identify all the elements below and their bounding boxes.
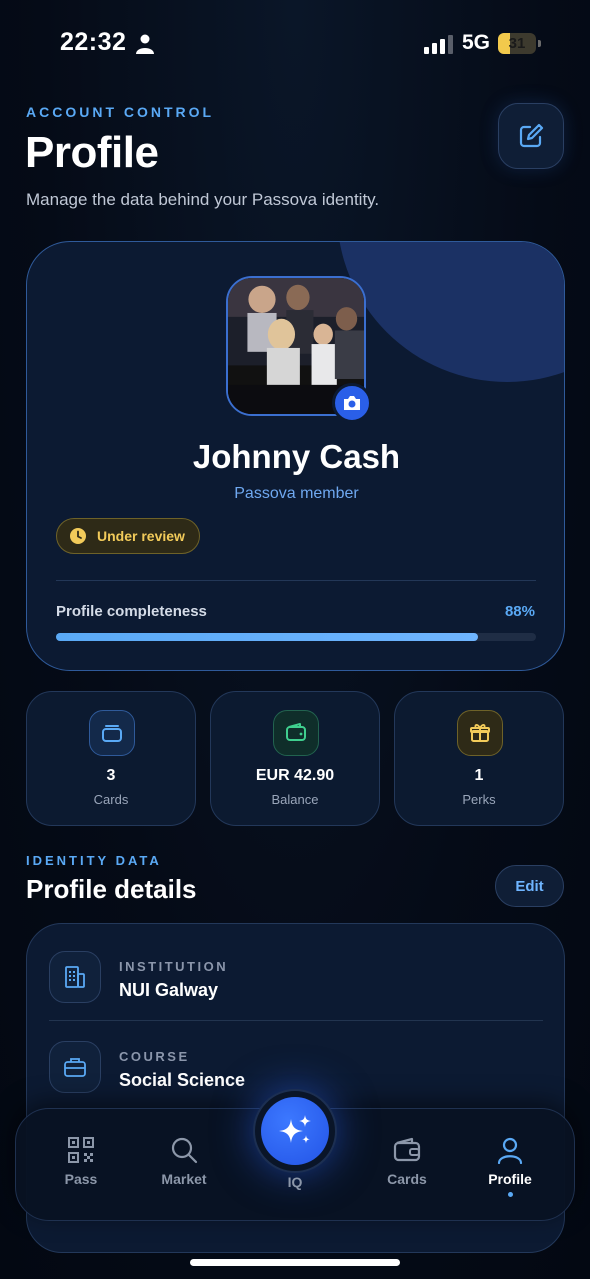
sparkles-icon [279,1115,311,1144]
divider [49,1020,543,1021]
completeness-progress-fill [56,633,479,641]
tab-cards[interactable]: Cards [362,1135,452,1205]
stat-cards[interactable]: 3 Cards [26,691,196,826]
tab-label: Market [161,1171,207,1187]
page-title: Profile [25,128,159,177]
network-type: 5G [462,31,491,54]
tab-market[interactable]: Market [139,1135,229,1205]
divider [56,580,536,581]
clock-icon [70,528,86,544]
stat-label: Balance [271,792,319,807]
profile-name: Johnny Cash [192,438,401,475]
tab-label: Cards [387,1171,427,1187]
stat-value: EUR 42.90 [255,767,335,784]
detail-value: Social Science [119,1070,246,1090]
edit-profile-button[interactable] [498,103,564,169]
detail-key: INSTITUTION [119,959,229,974]
stat-value: 1 [474,767,484,784]
tab-iq[interactable] [253,1089,337,1173]
profile-role: Passova member [234,485,359,502]
section-title: Profile details [26,874,197,904]
edit-details-button[interactable]: Edit [495,865,564,907]
iq-button[interactable] [261,1097,329,1165]
stat-label: Cards [93,792,129,807]
tab-profile[interactable]: Profile [465,1135,555,1205]
active-tab-indicator [507,1192,513,1197]
status-time: 22:32 [60,28,127,56]
profile-card: Johnny Cash Passova member Under review … [26,241,565,671]
stat-balance[interactable]: EUR 42.90 Balance [210,691,380,826]
wallet-icon [392,1135,422,1165]
qr-code-icon [66,1135,96,1165]
status-badge: Under review [56,518,200,554]
status-bar: 22:32 5G 31 [0,0,590,88]
person-icon [136,34,154,54]
camera-icon [344,396,360,410]
signal-strength-icon [424,35,453,54]
cards-stack-icon [89,710,135,756]
tab-pass[interactable]: Pass [36,1135,126,1205]
person-icon [495,1135,525,1165]
edit-square-icon [519,123,544,148]
stat-label: Perks [462,792,496,807]
detail-key: COURSE [119,1049,190,1064]
stat-perks[interactable]: 1 Perks [394,691,564,826]
stat-value: 3 [106,767,116,784]
status-badge-label: Under review [97,528,185,544]
gift-icon [457,710,503,756]
identity-eyebrow: IDENTITY DATA [26,853,162,868]
detail-row-institution[interactable]: INSTITUTION NUI Galway [49,949,543,1029]
detail-value: NUI Galway [119,980,219,1000]
completeness-progress-bar [56,633,536,641]
page-subtitle: Manage the data behind your Passova iden… [26,190,380,209]
card-decoration [337,242,564,382]
change-photo-button[interactable] [332,383,372,423]
battery-icon: 31 [498,33,542,55]
briefcase-icon [49,1041,101,1093]
wallet-icon [273,710,319,756]
tab-label: Pass [64,1171,98,1187]
search-icon [169,1135,199,1165]
home-indicator[interactable] [190,1259,400,1266]
completeness-value: 88% [504,603,535,620]
battery-level: 31 [508,35,526,52]
building-icon [49,951,101,1003]
completeness-label: Profile completeness [56,603,207,620]
tab-label: Profile [488,1171,532,1187]
header-eyebrow: ACCOUNT CONTROL [26,104,215,120]
tab-label: IQ [287,1174,303,1190]
